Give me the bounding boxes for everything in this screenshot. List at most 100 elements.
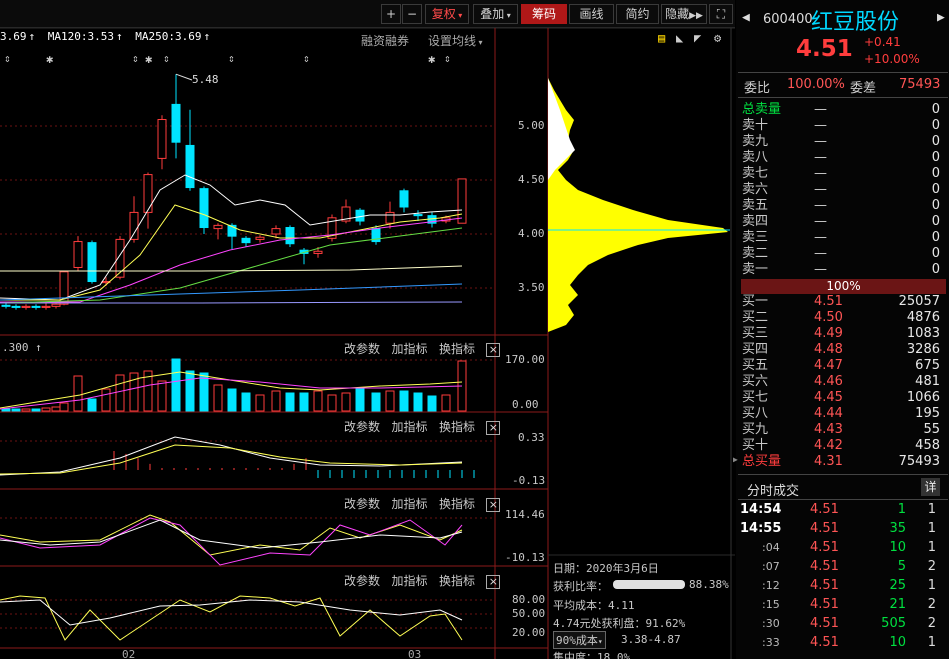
tick-row: :04 4.51 10 1 xyxy=(738,538,944,557)
add-indicator-button[interactable]: 加指标 xyxy=(391,420,427,434)
buy-row[interactable]: 买十 4.42 458 xyxy=(742,438,942,454)
event-star-icon[interactable]: ✱ xyxy=(145,52,152,66)
cost-range-select[interactable]: 90%成本▾ xyxy=(553,631,606,649)
buy-row[interactable]: 买二 4.50 4876 xyxy=(742,310,942,326)
sell-level-label: 卖四 xyxy=(742,214,769,229)
tick-row: :33 4.51 10 1 xyxy=(738,633,944,652)
sell-price: — xyxy=(814,118,827,133)
close-icon[interactable]: × xyxy=(486,498,501,512)
event-star-icon[interactable]: ✱ xyxy=(46,52,53,66)
rsi-axis-tick: 50.00 xyxy=(512,607,546,620)
sell-row[interactable]: 卖七 — 0 xyxy=(742,166,942,182)
forward-icon[interactable]: ▶ xyxy=(937,10,945,25)
candle-body xyxy=(157,119,167,159)
event-flag[interactable]: ⇕ xyxy=(4,52,11,65)
sell-volume: 0 xyxy=(931,118,940,133)
tick-price: 4.51 xyxy=(810,559,839,574)
tick-count: 2 xyxy=(927,559,936,574)
profit-ratio-label: 获利比率： xyxy=(553,580,608,593)
params-button[interactable]: 改参数 xyxy=(344,420,380,434)
params-button[interactable]: 改参数 xyxy=(344,497,380,511)
candle-body xyxy=(313,250,323,254)
buy-total-price: 4.31 xyxy=(814,454,843,469)
event-flag[interactable]: ⇕ xyxy=(163,52,170,65)
buy-row[interactable]: 买四 4.48 3286 xyxy=(742,342,942,358)
buy-total-value: 75493 xyxy=(898,454,940,469)
candle-body xyxy=(255,236,265,240)
divider xyxy=(738,474,948,475)
peak-price-label: 5.48 xyxy=(192,73,219,86)
sell-volume: 0 xyxy=(931,182,940,197)
switch-indicator-button[interactable]: 换指标 xyxy=(439,342,475,356)
close-icon[interactable]: × xyxy=(486,575,501,589)
divider xyxy=(738,72,948,73)
volume-bar xyxy=(271,390,281,412)
kdj-axis-tick: -10.13 xyxy=(505,551,545,564)
volume-bar xyxy=(399,390,409,412)
volume-bar xyxy=(1,408,11,412)
add-indicator-button[interactable]: 加指标 xyxy=(391,342,427,356)
buy-volume: 675 xyxy=(915,358,940,373)
candle-body xyxy=(457,178,467,224)
buy-row[interactable]: 买五 4.47 675 xyxy=(742,358,942,374)
sell-level-label: 卖七 xyxy=(742,166,769,181)
switch-indicator-button[interactable]: 换指标 xyxy=(439,420,475,434)
collapse-panel-icon[interactable]: ▶ xyxy=(733,455,738,469)
price-change: +0.41 xyxy=(864,35,901,49)
volume-value: .300 xyxy=(2,341,29,354)
sell-row[interactable]: 卖六 — 0 xyxy=(742,182,942,198)
add-indicator-button[interactable]: 加指标 xyxy=(391,574,427,588)
indicator-tools-kdj: 改参数 加指标 换指标 × xyxy=(344,495,501,513)
buy-row[interactable]: 买六 4.46 481 xyxy=(742,374,942,390)
buy-row[interactable]: 买三 4.49 1083 xyxy=(742,326,942,342)
event-flag[interactable]: ⇕ xyxy=(132,52,139,65)
sell-row[interactable]: 卖五 — 0 xyxy=(742,198,942,214)
ma5-line xyxy=(0,174,463,301)
event-flag[interactable]: ⇕ xyxy=(228,52,235,65)
rsi-line-2 xyxy=(0,599,463,626)
volume-bar xyxy=(11,408,21,412)
add-indicator-button[interactable]: 加指标 xyxy=(391,497,427,511)
tick-volume: 21 xyxy=(889,597,906,612)
close-icon[interactable]: × xyxy=(486,343,501,357)
buy-row[interactable]: 买九 4.43 55 xyxy=(742,422,942,438)
event-star-icon[interactable]: ✱ xyxy=(428,52,435,66)
buy-row[interactable]: 买一 4.51 25057 xyxy=(742,294,942,310)
sell-level-label: 卖八 xyxy=(742,150,769,165)
price-axis-tick: 3.50 xyxy=(518,281,545,294)
date-label: 02 xyxy=(122,648,136,659)
params-button[interactable]: 改参数 xyxy=(344,342,380,356)
indicator-tools-volume: 改参数 加指标 换指标 × xyxy=(344,340,501,358)
buy-row[interactable]: 买八 4.44 195 xyxy=(742,406,942,422)
params-button[interactable]: 改参数 xyxy=(344,574,380,588)
buy-level-label: 买一 xyxy=(742,294,769,309)
event-flag[interactable]: ⇕ xyxy=(444,52,451,65)
sell-row[interactable]: 卖八 — 0 xyxy=(742,150,942,166)
close-icon[interactable]: × xyxy=(486,421,501,435)
buy-row[interactable]: 买七 4.45 1066 xyxy=(742,390,942,406)
candle-body xyxy=(413,214,423,217)
back-icon[interactable]: ◀ xyxy=(742,10,750,25)
sell-row[interactable]: 卖三 — 0 xyxy=(742,230,942,246)
sell-level-label: 卖五 xyxy=(742,198,769,213)
indicator-tools-macd: 改参数 加指标 换指标 × xyxy=(344,418,501,436)
kdj-d-line xyxy=(0,519,463,549)
sell-level-label: 卖十 xyxy=(742,118,769,133)
sell-row[interactable]: 卖四 — 0 xyxy=(742,214,942,230)
sell-row[interactable]: 卖十 — 0 xyxy=(742,118,942,134)
candle-body xyxy=(213,224,223,230)
candle-body xyxy=(1,304,11,307)
candle-body xyxy=(51,303,61,307)
switch-indicator-button[interactable]: 换指标 xyxy=(439,574,475,588)
sell-volume: 0 xyxy=(931,150,940,165)
sell-row[interactable]: 卖一 — 0 xyxy=(742,262,942,278)
switch-indicator-button[interactable]: 换指标 xyxy=(439,497,475,511)
volume-bar xyxy=(21,408,31,412)
weicha-value: 75493 xyxy=(899,77,941,92)
candle-body xyxy=(185,144,195,189)
sell-row[interactable]: 卖二 — 0 xyxy=(742,246,942,262)
sell-row[interactable]: 卖九 — 0 xyxy=(742,134,942,150)
event-flag[interactable]: ⇕ xyxy=(303,52,310,65)
tick-volume: 25 xyxy=(889,578,906,593)
ticks-detail-button[interactable]: 详 xyxy=(921,478,940,496)
